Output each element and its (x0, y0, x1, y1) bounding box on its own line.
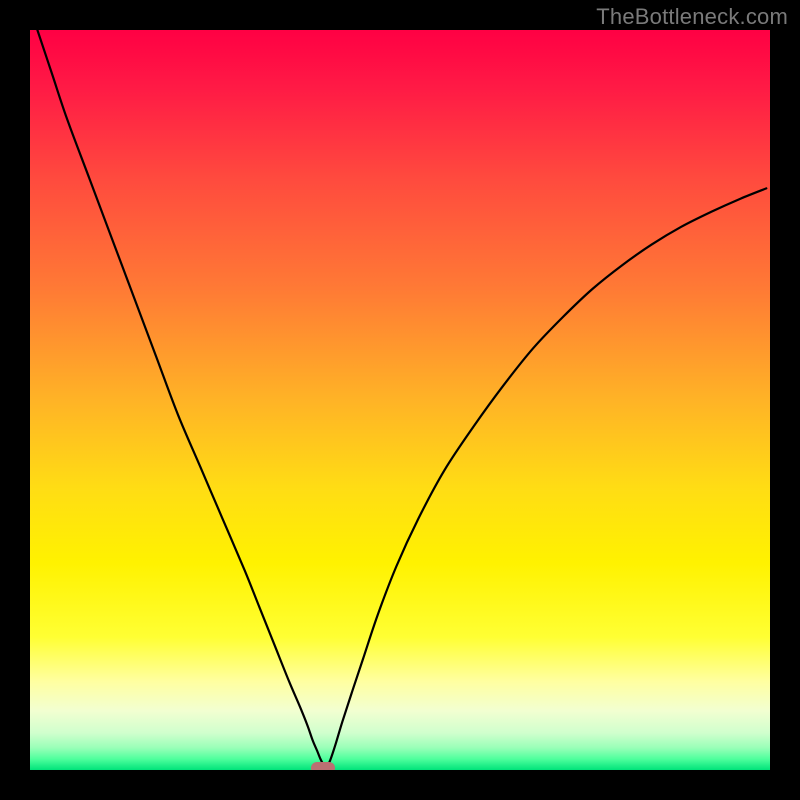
curve-layer (30, 30, 770, 770)
plot-area (30, 30, 770, 770)
bottleneck-curve-right-path (326, 188, 766, 769)
bottleneck-curve-left-path (37, 30, 326, 769)
optimum-marker (311, 762, 335, 770)
chart-frame: TheBottleneck.com (0, 0, 800, 800)
attribution-label: TheBottleneck.com (596, 4, 788, 30)
